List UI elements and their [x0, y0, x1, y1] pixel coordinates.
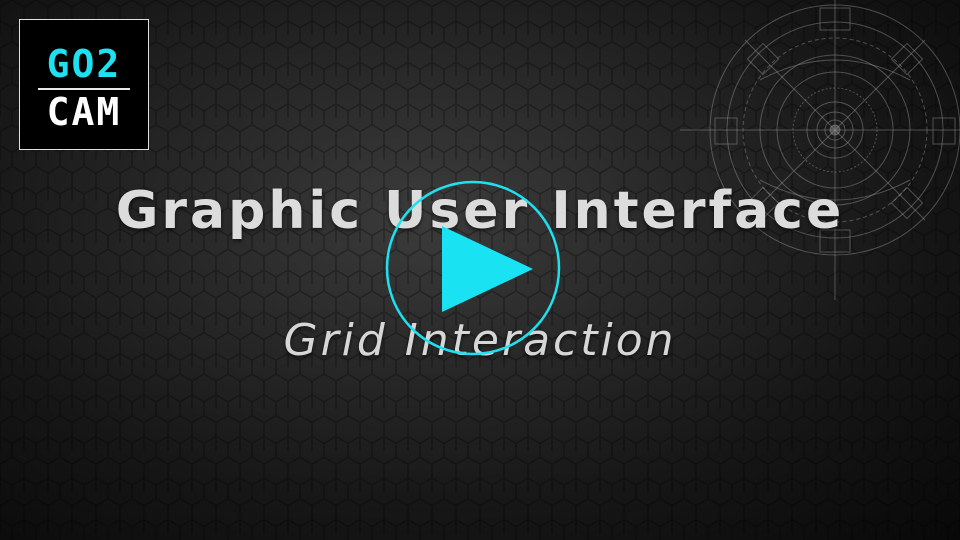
logo-text-top: GO2 [46, 42, 122, 86]
go2cam-logo: GO2 CAM [19, 19, 149, 150]
logo-text-bottom: CAM [46, 90, 122, 134]
play-button[interactable] [385, 180, 561, 356]
play-icon [442, 226, 533, 312]
video-thumbnail: GO2 CAM Graphic User Interface Grid Inte… [0, 0, 960, 540]
gear-blueprint-graphic [680, 0, 960, 300]
